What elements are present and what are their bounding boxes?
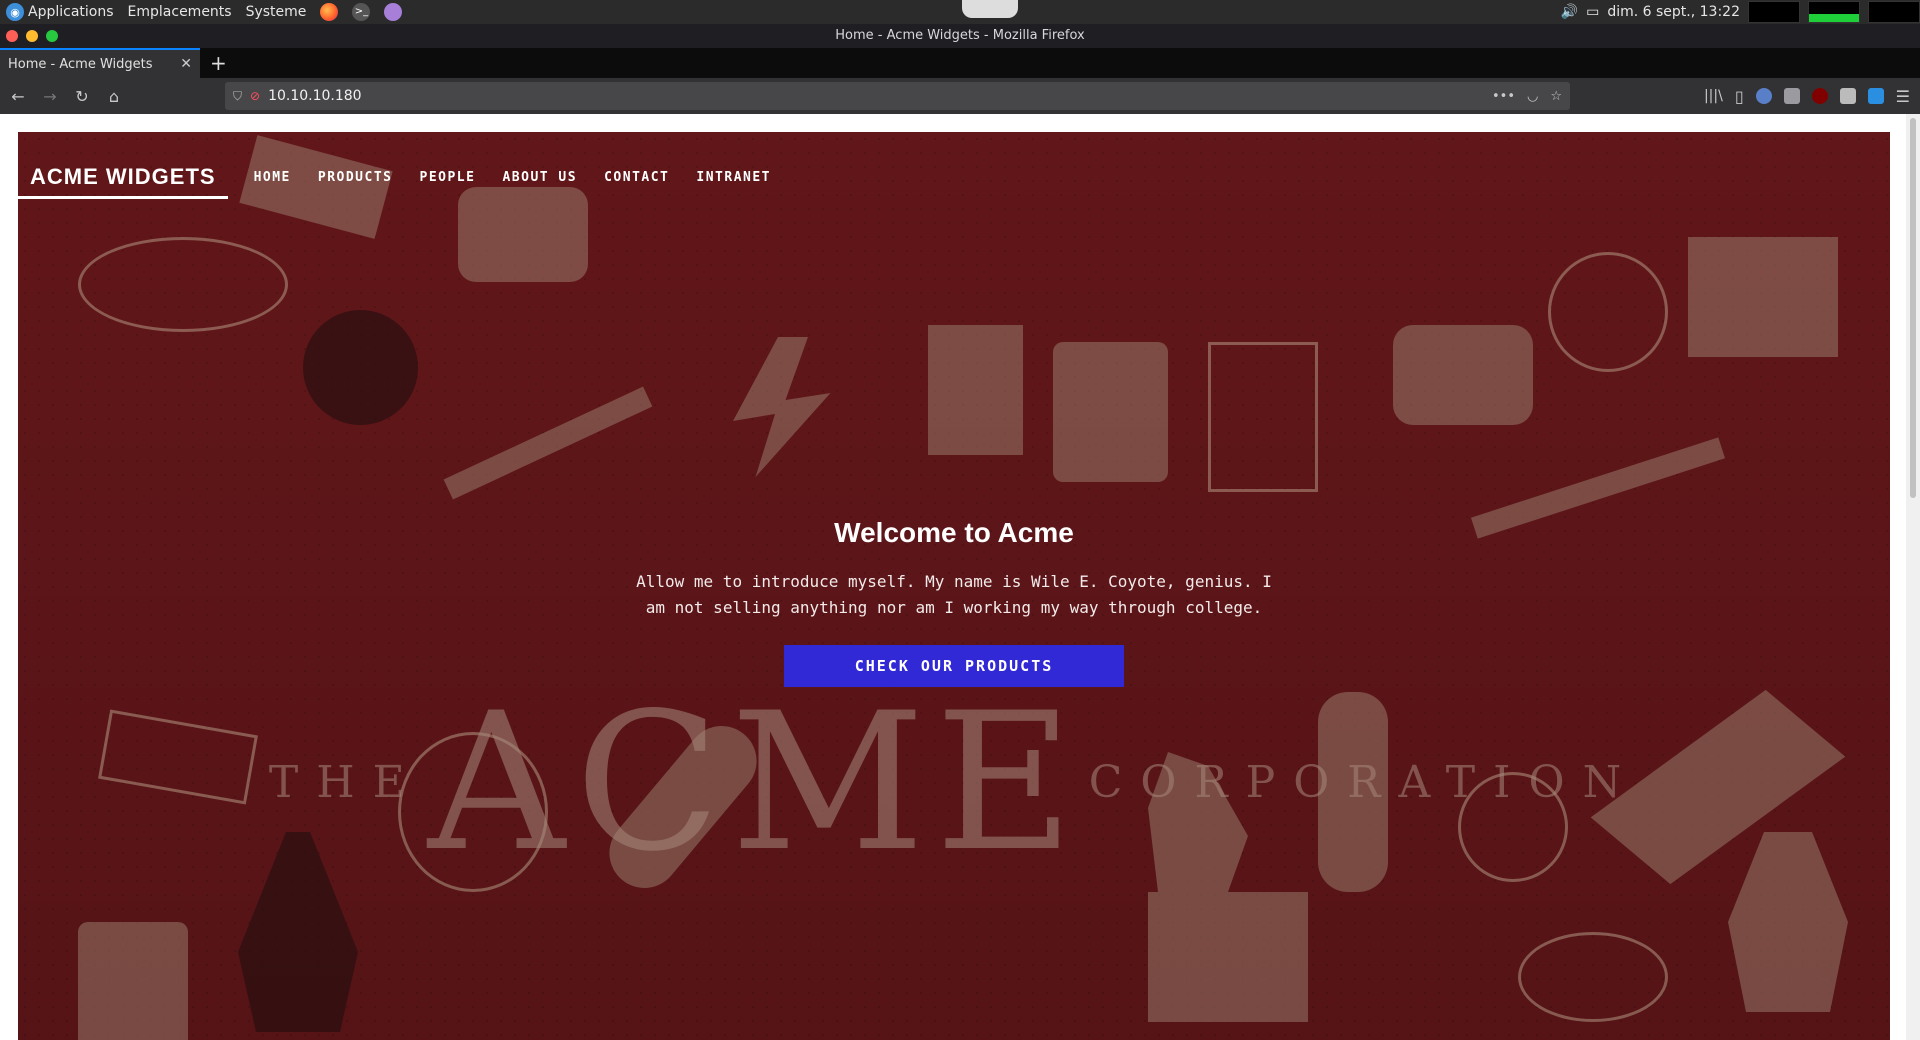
rope-illustration <box>1518 932 1668 1022</box>
fan-illustration <box>1548 252 1668 372</box>
close-tab-icon[interactable]: ✕ <box>180 56 192 72</box>
nav-people[interactable]: PEOPLE <box>420 170 476 185</box>
tornado-kit-crate-illustration <box>1148 892 1308 1022</box>
skis-illustration <box>443 386 653 500</box>
hero-section: THE ACME CORPORATION ACME WIDGETS HOME P… <box>18 132 1890 1040</box>
extension-s-icon[interactable] <box>1867 88 1884 104</box>
panel-handle[interactable] <box>962 0 1018 18</box>
scrollbar-thumb[interactable] <box>1910 118 1916 498</box>
hero-title: Welcome to Acme <box>834 517 1074 548</box>
window-titlebar: Home - Acme Widgets - Mozilla Firefox <box>0 24 1920 48</box>
tub-illustration <box>1393 325 1533 425</box>
url-bar[interactable]: ⛉ ⊘ 10.10.10.180 ••• ◡ ☆ <box>225 82 1570 110</box>
grease-can-illustration <box>1053 342 1168 482</box>
ublock-icon[interactable] <box>1811 88 1828 104</box>
bookmark-star-icon[interactable]: ☆ <box>1550 89 1562 104</box>
lettering-the: THE <box>268 757 423 808</box>
nav-intranet[interactable]: INTRANET <box>696 170 771 185</box>
distro-logo-icon: ◉ <box>6 3 24 21</box>
extension-blue-icon[interactable] <box>1755 88 1772 104</box>
extension-gray-icon[interactable] <box>1783 88 1800 104</box>
nav-home[interactable]: HOME <box>254 170 291 185</box>
network-monitor <box>1808 1 1860 23</box>
close-window-button[interactable] <box>6 30 18 42</box>
welcome-block: Welcome to Acme Allow me to introduce my… <box>18 517 1890 687</box>
nav-products[interactable]: PRODUCTS <box>318 170 393 185</box>
new-tab-icon[interactable]: + <box>210 51 227 75</box>
display-icon[interactable]: ▭ <box>1586 4 1599 20</box>
home-icon[interactable]: ⌂ <box>100 82 128 110</box>
site-brand[interactable]: ACME WIDGETS <box>18 156 228 199</box>
navigation-toolbar: ← → ↻ ⌂ ⛉ ⊘ 10.10.10.180 ••• ◡ ☆ |||\ ▯ … <box>0 78 1920 114</box>
cement-bag-illustration <box>78 922 188 1040</box>
hero-text: Allow me to introduce myself. My name is… <box>636 572 1272 617</box>
system-menu[interactable]: Systeme <box>246 4 307 20</box>
tab-title: Home - Acme Widgets <box>8 56 153 72</box>
lightning-illustration <box>733 337 831 477</box>
tab-bar: Home - Acme Widgets ✕ + <box>0 48 1920 78</box>
acme-kit-crate-illustration <box>1688 237 1838 357</box>
page-actions-icon[interactable]: ••• <box>1492 89 1515 104</box>
maximize-window-button[interactable] <box>46 30 58 42</box>
reload-icon[interactable]: ↻ <box>68 82 96 110</box>
trampoline-illustration <box>78 237 288 332</box>
page-scrollbar[interactable] <box>1906 114 1920 1040</box>
nav-contact[interactable]: CONTACT <box>604 170 669 185</box>
site-navigation: ACME WIDGETS HOME PRODUCTS PEOPLE ABOUT … <box>18 152 1890 202</box>
insecure-connection-icon[interactable]: ⊘ <box>250 89 260 103</box>
nav-about-us[interactable]: ABOUT US <box>502 170 577 185</box>
back-icon[interactable]: ← <box>4 82 32 110</box>
extension-cloud-icon[interactable] <box>1839 88 1856 104</box>
places-menu[interactable]: Emplacements <box>128 4 232 20</box>
text-editor-launcher-icon[interactable] <box>384 3 403 21</box>
minimize-window-button[interactable] <box>26 30 38 42</box>
memory-monitor <box>1868 1 1920 23</box>
seeds-box-illustration <box>928 325 1023 455</box>
menu-icon[interactable]: ☰ <box>1896 87 1910 106</box>
bomb-illustration <box>303 310 418 425</box>
check-products-button[interactable]: CHECK OUR PRODUCTS <box>784 645 1124 687</box>
tab-home[interactable]: Home - Acme Widgets ✕ <box>0 48 200 78</box>
volume-icon[interactable]: 🔊 <box>1561 4 1578 20</box>
clock[interactable]: dim. 6 sept., 13:22 <box>1607 4 1740 20</box>
applications-menu[interactable]: ◉ Applications <box>6 3 114 21</box>
pocket-icon[interactable]: ◡ <box>1527 89 1538 104</box>
library-icon[interactable]: |||\ <box>1704 88 1723 104</box>
cpu-monitor <box>1748 1 1800 23</box>
lettering-acme: ACME <box>427 672 1084 893</box>
trash-can-illustration <box>1208 342 1318 492</box>
url-text[interactable]: 10.10.10.180 <box>268 88 362 104</box>
lettering-corporation: CORPORATION <box>1088 757 1640 808</box>
tracking-shield-icon[interactable]: ⛉ <box>233 89 242 104</box>
desktop-top-panel: ◉ Applications Emplacements Systeme >_ 🔊… <box>0 0 1920 24</box>
sidebar-icon[interactable]: ▯ <box>1735 87 1744 106</box>
acme-corporation-lettering: THE ACME CORPORATION <box>18 672 1890 893</box>
terminal-launcher-icon[interactable]: >_ <box>352 3 371 21</box>
window-title: Home - Acme Widgets - Mozilla Firefox <box>835 28 1085 43</box>
page-content: THE ACME CORPORATION ACME WIDGETS HOME P… <box>0 114 1906 1040</box>
firefox-launcher-icon[interactable] <box>320 3 339 21</box>
forward-icon[interactable]: → <box>36 82 64 110</box>
applications-label: Applications <box>28 4 114 20</box>
